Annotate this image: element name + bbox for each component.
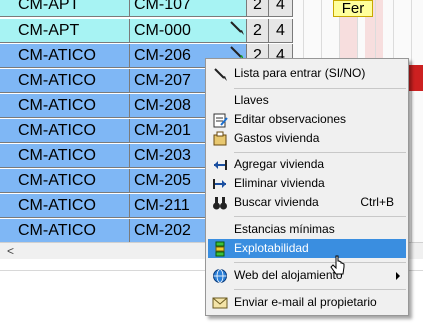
apartment-type-cell[interactable]: CM-ATICO: [0, 44, 130, 68]
context-menu: Lista para entrar (SI/NO) Llaves Editar …: [205, 58, 409, 316]
menu-item-editar-observaciones[interactable]: Editar observaciones: [208, 110, 406, 129]
globe-icon: [213, 269, 227, 283]
menu-item-label: Buscar vivienda: [234, 195, 319, 209]
menu-separator: [234, 289, 406, 290]
count-cell[interactable]: 2: [247, 19, 269, 43]
menu-item-label: Enviar e-mail al propietario: [234, 295, 377, 309]
menu-separator: [234, 88, 406, 89]
apartment-type-cell[interactable]: CM-APT: [0, 0, 130, 17]
menu-separator: [234, 152, 406, 153]
count-cell[interactable]: 2: [247, 0, 269, 17]
mouse-cursor-icon: [330, 255, 345, 275]
stacked-bars-icon: [215, 241, 225, 257]
apartment-type-cell[interactable]: CM-ATICO: [0, 219, 130, 243]
menu-item-label: Editar observaciones: [234, 112, 347, 126]
menu-item-label: Llaves: [234, 93, 269, 107]
apartment-code-cell[interactable]: CM-107: [130, 0, 247, 17]
apartment-type-cell[interactable]: CM-ATICO: [0, 169, 130, 193]
menu-item-agregar-vivienda[interactable]: Agregar vivienda: [208, 155, 406, 174]
menu-item-label: Eliminar vivienda: [234, 176, 325, 190]
menu-separator: [234, 262, 406, 263]
menu-item-label: Explotabilidad: [234, 241, 309, 255]
apartment-type-cell[interactable]: CM-ATICO: [0, 69, 130, 93]
menu-item-label: Lista para entrar (SI/NO): [234, 66, 366, 80]
add-arrow-icon: [214, 160, 227, 170]
apartment-type-cell[interactable]: CM-ATICO: [0, 194, 130, 218]
menu-item-lista-para-entrar[interactable]: Lista para entrar (SI/NO): [208, 64, 406, 83]
menu-item-buscar-vivienda[interactable]: Buscar vivienda Ctrl+B: [208, 193, 406, 212]
menu-item-label: Estancias mínimas: [234, 222, 335, 236]
menu-item-estancias-minimas[interactable]: Estancias mínimas: [208, 220, 406, 239]
pen-icon[interactable]: [229, 20, 245, 36]
submenu-arrow-icon: [396, 272, 400, 280]
pen-icon: [214, 68, 227, 81]
count-cell[interactable]: 4: [269, 19, 293, 43]
menu-item-explotabilidad[interactable]: Explotabilidad: [208, 239, 406, 258]
menu-item-gastos-vivienda[interactable]: Gastos vivienda: [208, 129, 406, 148]
remove-arrow-icon: [213, 179, 226, 189]
apartment-type-cell[interactable]: CM-ATICO: [0, 144, 130, 168]
menu-item-web-del-alojamiento[interactable]: Web del alojamiento: [208, 266, 406, 285]
menu-item-shortcut: Ctrl+B: [360, 195, 394, 209]
holiday-marker[interactable]: Fer: [333, 0, 373, 17]
apartment-type-cell[interactable]: CM-ATICO: [0, 119, 130, 143]
expenses-icon: [213, 131, 227, 146]
menu-separator: [234, 216, 406, 217]
binoculars-icon: [213, 197, 227, 210]
menu-item-llaves[interactable]: Llaves: [208, 91, 406, 110]
apartment-type-cell[interactable]: CM-APT: [0, 19, 130, 43]
edit-notes-icon: [213, 113, 228, 128]
booking-block[interactable]: [409, 65, 423, 91]
envelope-icon: [212, 297, 228, 309]
apartment-type-cell[interactable]: CM-ATICO: [0, 94, 130, 118]
menu-item-eliminar-vivienda[interactable]: Eliminar vivienda: [208, 174, 406, 193]
scroll-left-arrow-icon[interactable]: <: [2, 243, 19, 259]
menu-item-label: Agregar vivienda: [234, 157, 325, 171]
calendar-gridline: [411, 0, 412, 242]
menu-item-label: Web del alojamiento: [234, 268, 343, 282]
menu-item-label: Gastos vivienda: [234, 131, 320, 145]
menu-item-enviar-email[interactable]: Enviar e-mail al propietario: [208, 293, 406, 312]
count-cell[interactable]: 4: [269, 0, 293, 17]
